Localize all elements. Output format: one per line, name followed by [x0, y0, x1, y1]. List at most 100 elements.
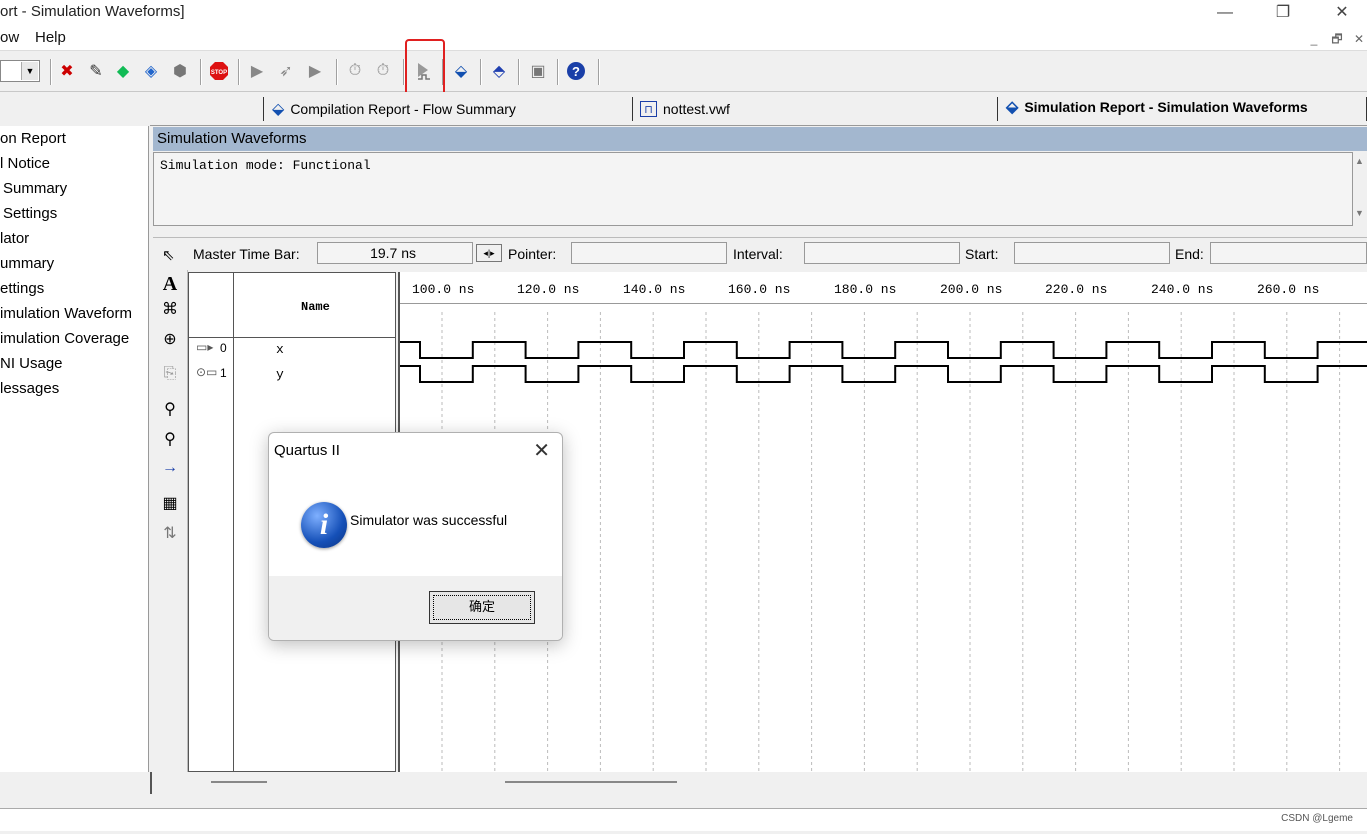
name-column-header: Name [301, 300, 330, 314]
copy-icon[interactable]: ⎘ [158, 362, 182, 386]
toolbar-combo[interactable]: ▼ [0, 60, 40, 82]
report-tree: on Report l Notice Summary Settings lato… [0, 126, 149, 794]
title-bar: ort - Simulation Waveforms] — ❐ ✕ [0, 0, 1367, 26]
chevron-down-icon[interactable]: ▼ [21, 62, 38, 80]
pencil-icon[interactable]: ✎ [85, 60, 107, 82]
tree-item[interactable]: imulation Waveform [0, 305, 132, 322]
signal-name[interactable]: y [276, 367, 284, 382]
compile-icon[interactable]: ◆ [112, 60, 134, 82]
tree-item[interactable]: Settings [3, 205, 57, 222]
fitter-icon[interactable]: ⬢ [169, 60, 191, 82]
tab-separator [263, 97, 264, 121]
toolbar-separator [336, 59, 338, 85]
sim-header-title: Simulation Waveforms [157, 130, 307, 147]
message-scrollbar[interactable]: ▲ ▼ [1353, 152, 1367, 226]
dialog-message: Simulator was successful [350, 512, 508, 528]
pointer-field[interactable] [571, 242, 727, 264]
tab-separator [632, 97, 633, 121]
input-pin-icon: ▭▸ [196, 340, 214, 354]
tree-item[interactable]: Summary [3, 180, 67, 197]
signal-row-x[interactable]: ▭▸ 0 [194, 340, 234, 356]
signal-index: 0 [220, 341, 227, 355]
close-icon[interactable]: ✕ [1327, 2, 1357, 24]
zoom-icon[interactable]: ⊕ [158, 328, 182, 352]
interval-field[interactable] [804, 242, 960, 264]
help-icon[interactable]: ? [565, 60, 587, 82]
start-label: Start: [965, 246, 999, 262]
toolbar-separator [598, 59, 600, 85]
tab-label: Compilation Report - Flow Summary [290, 101, 516, 117]
info-icon: i [301, 502, 347, 548]
tree-item[interactable]: on Report [0, 130, 66, 147]
tab-simulation-report[interactable]: ⬙ Simulation Report - Simulation Wavefor… [1006, 96, 1308, 118]
interval-label: Interval: [733, 246, 783, 262]
scroll-up-icon[interactable]: ▲ [1355, 156, 1364, 166]
sim-message: Simulation mode: Functional [160, 158, 371, 173]
end-label: End: [1175, 246, 1204, 262]
tab-compilation-report[interactable]: ⬙ Compilation Report - Flow Summary [272, 98, 516, 120]
ok-button[interactable]: 确定 [429, 591, 535, 624]
restore-icon[interactable]: ❐ [1268, 2, 1298, 24]
signal-name[interactable]: x [276, 342, 284, 357]
pointer-tool-icon[interactable]: ⇖ [162, 246, 175, 264]
start-field[interactable] [1014, 242, 1170, 264]
run-icon[interactable]: ▶ [304, 60, 326, 82]
toolbar: ▼ ✖ ✎ ◆ ◈ ⬢ STOP ▶ ➶ ▶ ⏱ ⏱ ⬙ ⬘ ▣ ? [0, 51, 1367, 92]
close-icon[interactable]: ✕ [533, 438, 550, 463]
sort-icon[interactable]: ⇅ [158, 522, 182, 546]
find-next-icon[interactable]: ⚲ [158, 428, 182, 452]
minimize-icon[interactable]: — [1210, 2, 1240, 24]
timing-icon[interactable]: ⏱ [344, 60, 366, 82]
stop-icon[interactable]: STOP [208, 60, 230, 82]
name-hscrollbar[interactable] [211, 781, 267, 783]
master-time-bar-label: Master Time Bar: [193, 246, 300, 262]
scroll-down-icon[interactable]: ▼ [1355, 208, 1364, 218]
status-bar: CSDN @Lgeme [0, 808, 1367, 831]
clock-icon[interactable]: ⏱ [372, 60, 394, 82]
toolbar-separator [50, 59, 52, 85]
tree-item[interactable]: ettings [0, 280, 44, 297]
tree-item[interactable]: lessages [0, 380, 59, 397]
start-icon[interactable]: ▶ [246, 60, 268, 82]
cancel-compile-icon[interactable]: ✖ [56, 60, 78, 82]
tab-label: Simulation Report - Simulation Waveforms [1024, 99, 1308, 115]
time-bar-nav[interactable]: ◂|▸ [476, 244, 502, 262]
arrow-right-icon[interactable]: → [158, 456, 182, 480]
tree-item[interactable]: NI Usage [0, 355, 63, 372]
grid-icon[interactable]: ▦ [158, 492, 182, 516]
tree-item[interactable]: ummary [0, 255, 54, 272]
node-finder-icon[interactable]: ⌘ [158, 298, 182, 322]
waveform-y [400, 365, 1367, 383]
tab-separator [997, 97, 998, 121]
waveform-icon[interactable]: ⬘ [488, 60, 510, 82]
master-time-bar-field[interactable]: 19.7 ns [317, 242, 473, 264]
end-field[interactable] [1210, 242, 1367, 264]
tab-nottest-vwf[interactable]: ⊓ nottest.vwf [640, 98, 730, 120]
mdi-restore-icon[interactable]: 🗗 [1330, 32, 1344, 46]
signal-row-y[interactable]: ⊙▭ 1 [194, 365, 234, 381]
sim-header: Simulation Waveforms [153, 127, 1367, 151]
tree-item[interactable]: l Notice [0, 155, 50, 172]
wave-hscrollbar[interactable] [505, 781, 677, 783]
toolbar-separator [557, 59, 559, 85]
output-pin-icon: ⊙▭ [196, 365, 218, 379]
mdi-minimize-icon[interactable]: _ [1307, 32, 1321, 46]
svg-text:STOP: STOP [211, 70, 227, 76]
text-tool-icon[interactable]: A [158, 272, 182, 296]
toolbar-separator [238, 59, 240, 85]
report-icon: ⬙ [272, 101, 285, 118]
signal-index: 1 [220, 366, 227, 380]
report-icon[interactable]: ⬙ [450, 60, 472, 82]
tree-item[interactable]: imulation Coverage [0, 330, 129, 347]
step-icon[interactable]: ➶ [275, 60, 297, 82]
mdi-close-icon[interactable]: ✕ [1352, 32, 1366, 46]
tree-item[interactable]: lator [0, 230, 29, 247]
pointer-label: Pointer: [508, 246, 557, 262]
find-icon[interactable]: ⚲ [158, 398, 182, 422]
menu-help[interactable]: Help [35, 29, 66, 46]
menu-bar: ow Help _ 🗗 ✕ [0, 26, 1367, 51]
programmer-icon[interactable]: ▣ [527, 60, 549, 82]
analysis-icon[interactable]: ◈ [140, 60, 162, 82]
message-dialog: Quartus II ✕ i Simulator was successful … [268, 432, 563, 641]
menu-window[interactable]: ow [0, 29, 19, 46]
